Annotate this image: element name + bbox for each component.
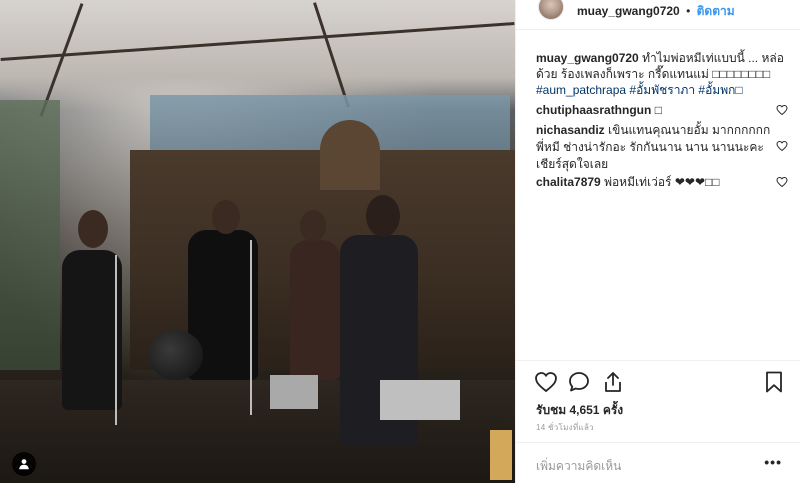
caption-username[interactable]: muay_gwang0720 xyxy=(536,51,639,65)
heart-icon[interactable] xyxy=(776,176,788,188)
author-avatar[interactable] xyxy=(538,0,564,20)
comment-text: □ xyxy=(654,103,662,117)
video-musician xyxy=(290,240,340,380)
bookmark-icon[interactable] xyxy=(762,370,786,394)
post-timestamp[interactable]: 14 ชั่วโมงที่แล้ว xyxy=(536,421,594,434)
heart-icon[interactable] xyxy=(776,140,788,152)
caption-hashtags[interactable]: #aum_patchrapa #อั้มพัชราภา #อั้มพก□ xyxy=(536,83,743,97)
heart-icon[interactable] xyxy=(534,370,558,394)
comment-item: chalita7879 พ่อหมีเท่เว่อร์ ❤❤❤□□ xyxy=(536,174,774,191)
header-text: muay_gwang0720 • ติดตาม xyxy=(577,2,735,21)
comment-username[interactable]: nichasandiz xyxy=(536,123,605,137)
header-separator: • xyxy=(686,4,691,18)
user-icon xyxy=(19,459,29,470)
share-icon[interactable] xyxy=(601,370,625,394)
heart-icon[interactable] xyxy=(776,104,788,116)
author-username[interactable]: muay_gwang0720 xyxy=(577,4,680,18)
video-singer-left-head xyxy=(78,210,108,248)
video-mic-stand xyxy=(115,255,117,425)
comment-text: พ่อหมีเท่เว่อร์ ❤❤❤□□ xyxy=(604,175,720,189)
more-options-button[interactable]: ••• xyxy=(764,454,782,470)
add-comment-input[interactable]: เพิ่มความคิดเห็น xyxy=(536,457,621,476)
actions-divider xyxy=(516,360,800,361)
post-header: muay_gwang0720 • ติดตาม xyxy=(516,0,800,22)
video-singer-left xyxy=(62,250,122,410)
comment-icon[interactable] xyxy=(567,370,591,394)
tagged-users-button[interactable] xyxy=(12,452,36,476)
video-ornament xyxy=(320,120,380,190)
video-tree xyxy=(0,100,60,370)
view-count[interactable]: รับชม 4,651 ครั้ง xyxy=(536,401,623,420)
action-bar xyxy=(534,370,794,396)
video-amp xyxy=(380,380,460,420)
header-divider xyxy=(516,29,800,30)
instagram-post: muay_gwang0720 • ติดตาม muay_gwang0720 ท… xyxy=(0,0,800,483)
video-monitor xyxy=(270,375,318,409)
video-singer-right-head xyxy=(366,195,400,237)
post-video[interactable] xyxy=(0,0,515,483)
comment-divider xyxy=(516,442,800,443)
comment-item: nichasandiz เขินแทนคุณนายอั้ม มากกกกกก พ… xyxy=(536,122,774,173)
comment-username[interactable]: chutiphaasrathngun xyxy=(536,103,651,117)
video-musician-head xyxy=(300,210,326,242)
comment-item: chutiphaasrathngun □ xyxy=(536,102,774,119)
video-mic-stand xyxy=(250,240,252,415)
video-drum xyxy=(148,330,203,380)
comment-username[interactable]: chalita7879 xyxy=(536,175,601,189)
video-light xyxy=(490,430,512,480)
video-guitarist-head xyxy=(212,200,240,234)
follow-button[interactable]: ติดตาม xyxy=(697,4,735,18)
post-side-panel: muay_gwang0720 • ติดตาม muay_gwang0720 ท… xyxy=(515,0,800,483)
post-caption: muay_gwang0720 ทำไมพ่อหมีเท่แบบนี้ ... ห… xyxy=(536,50,786,98)
